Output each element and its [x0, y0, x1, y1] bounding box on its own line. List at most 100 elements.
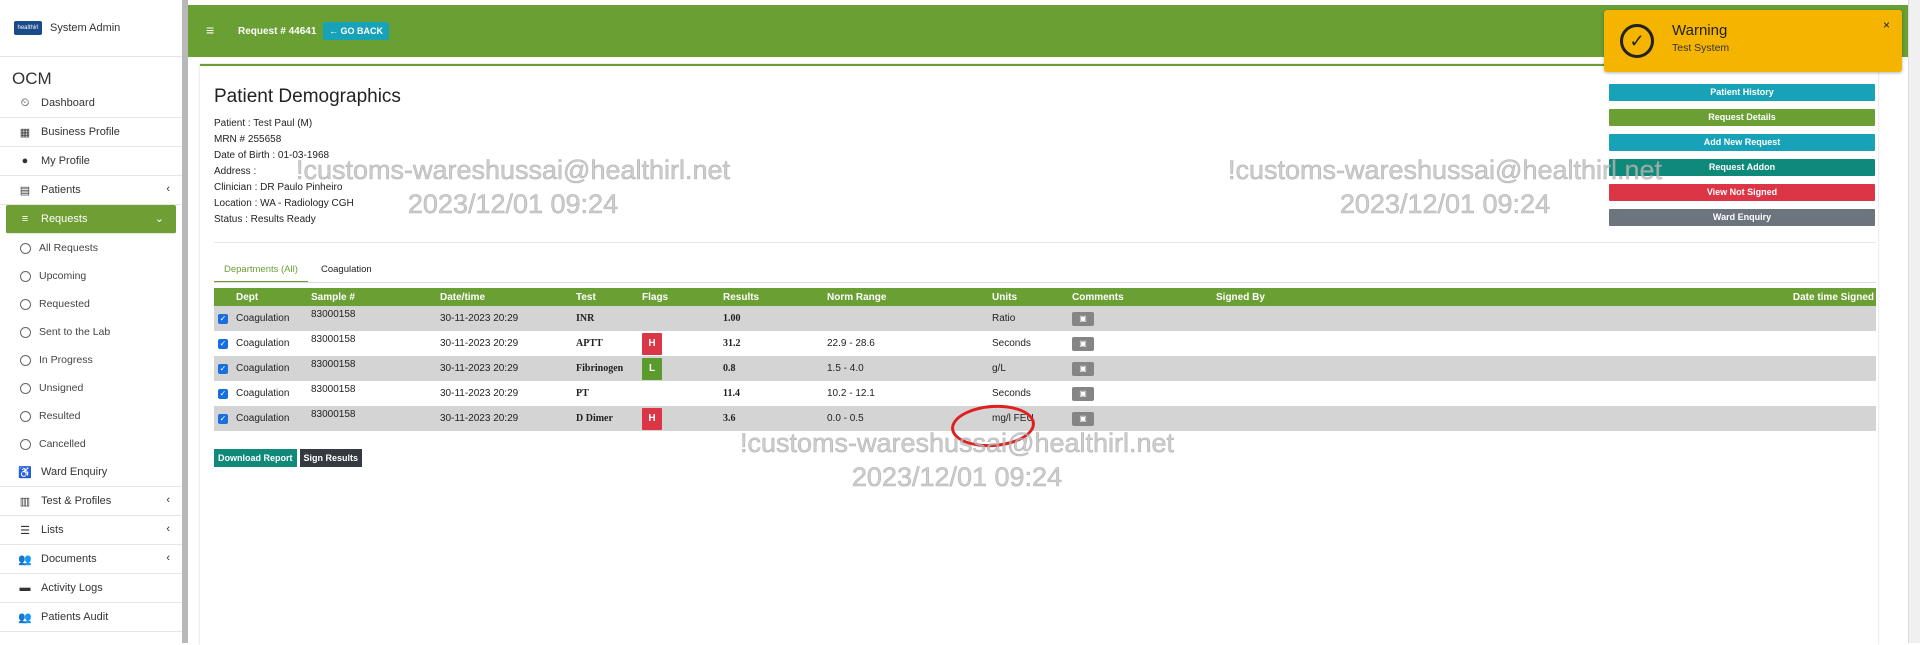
- column-header-date-time: Date/time: [440, 291, 486, 303]
- sidebar-subitem-unsigned[interactable]: Unsigned: [0, 374, 182, 402]
- go-back-button[interactable]: ← GO BACK: [323, 22, 389, 40]
- sidebar-item-test-profiles[interactable]: ▥ Test & Profiles ‹: [0, 487, 182, 516]
- sidebar-subitem-resulted[interactable]: Resulted: [0, 402, 182, 430]
- ward-enquiry-button[interactable]: Ward Enquiry: [1609, 209, 1875, 226]
- sidebar-item-label: Business Profile: [41, 126, 120, 138]
- comment-icon[interactable]: ▣: [1072, 411, 1094, 426]
- row-checkbox[interactable]: ✓: [218, 331, 228, 356]
- request-title: Request # 44641: [238, 26, 317, 37]
- column-header-test: Test: [576, 291, 596, 303]
- patient-name: Patient : Test Paul (M): [214, 118, 313, 129]
- cell-comments[interactable]: ▣: [1072, 381, 1094, 406]
- checkbox-checked-icon[interactable]: ✓: [218, 413, 228, 424]
- sign-results-button[interactable]: Sign Results: [299, 449, 363, 467]
- cell-sample: 83000158: [311, 409, 356, 420]
- sidebar-item-patients[interactable]: ▤ Patients ‹: [0, 176, 182, 205]
- cell-comments[interactable]: ▣: [1072, 356, 1094, 381]
- cell-range: 0.0 - 0.5: [827, 413, 864, 424]
- sidebar-subitem-all-requests[interactable]: All Requests: [0, 234, 182, 262]
- request-details-button[interactable]: Request Details: [1609, 109, 1875, 126]
- column-header-sample: Sample #: [311, 291, 355, 303]
- sidebar-subitem-sent-to-the-lab[interactable]: Sent to the Lab: [0, 318, 182, 346]
- checkbox-checked-icon[interactable]: ✓: [218, 388, 228, 399]
- cell-sample: 83000158: [311, 334, 356, 345]
- page-scrollbar[interactable]: [1908, 0, 1920, 643]
- cell-dept: Coagulation: [236, 363, 290, 374]
- sidebar-subitem-label: Cancelled: [39, 438, 86, 450]
- sidebar-item-activity-logs[interactable]: ▬ Activity Logs: [0, 574, 182, 603]
- sidebar-item-documents[interactable]: 👥 Documents ‹: [0, 545, 182, 574]
- user-name[interactable]: System Admin: [50, 22, 120, 34]
- sidebar-item-lists[interactable]: ☰ Lists ‹: [0, 516, 182, 545]
- circle-icon: [20, 298, 31, 310]
- sidebar-subitem-in-progress[interactable]: In Progress: [0, 346, 182, 374]
- row-checkbox[interactable]: ✓: [218, 306, 228, 331]
- comment-icon[interactable]: ▣: [1072, 361, 1094, 376]
- checkbox-checked-icon[interactable]: ✓: [218, 363, 228, 374]
- comment-icon[interactable]: ▣: [1072, 386, 1094, 401]
- checkbox-checked-icon[interactable]: ✓: [218, 313, 228, 324]
- sidebar-item-dashboard[interactable]: ⏲ Dashboard: [0, 89, 182, 118]
- add-new-request-button[interactable]: Add New Request: [1609, 134, 1875, 151]
- cell-test: INR: [576, 313, 595, 324]
- comment-icon[interactable]: ▣: [1072, 336, 1094, 351]
- sidebar-item-requests[interactable]: ≡ Requests ⌄: [6, 205, 176, 234]
- column-header-signed-by: Signed By: [1216, 291, 1265, 303]
- chevron-down-icon: ⌄: [154, 213, 164, 225]
- sidebar-subitem-cancelled[interactable]: Cancelled: [0, 430, 182, 458]
- cell-range: 22.9 - 28.6: [827, 338, 875, 349]
- sidebar-item-label: Dashboard: [41, 97, 95, 109]
- tab-coagulation[interactable]: Coagulation: [311, 259, 382, 281]
- sidebar-item-patients-audit[interactable]: 👥 Patients Audit: [0, 603, 182, 632]
- sidebar-item-label: Ward Enquiry: [41, 466, 108, 478]
- sidebar-scrollbar[interactable]: [182, 0, 188, 643]
- sidebar-item-ward-enquiry[interactable]: ♿ Ward Enquiry: [0, 458, 182, 487]
- close-icon[interactable]: ×: [1883, 18, 1890, 32]
- patient-location: Location : WA - Radiology CGH: [214, 198, 354, 209]
- sidebar-subitem-label: Sent to the Lab: [39, 326, 111, 338]
- patient-history-button[interactable]: Patient History: [1609, 84, 1875, 101]
- warning-toast[interactable]: ✓ Warning Test System ×: [1604, 10, 1902, 72]
- view-not-signed-button[interactable]: View Not Signed: [1609, 184, 1875, 201]
- results-table: Dept Sample # Date/time Test Flags Results Nor…: [214, 288, 1876, 431]
- table-row: ✓ Coagulation 83000158 30-11-2023 20:29 D Di…: [214, 406, 1876, 431]
- sidebar-subitem-requested[interactable]: Requested: [0, 290, 182, 318]
- sidebar-item-label: My Profile: [41, 155, 90, 167]
- cell-result: 1.00: [723, 313, 741, 324]
- cell-datetime: 30-11-2023 20:29: [440, 413, 519, 424]
- row-checkbox[interactable]: ✓: [218, 356, 228, 381]
- cell-sample: 83000158: [311, 359, 356, 370]
- hamburger-menu-icon[interactable]: ≡: [206, 22, 214, 38]
- sidebar-item-business-profile[interactable]: ▦ Business Profile: [0, 118, 182, 147]
- app-name: OCM: [12, 69, 52, 88]
- page-title: Patient Demographics: [214, 86, 401, 107]
- circle-icon: [20, 242, 31, 254]
- cell-comments[interactable]: ▣: [1072, 406, 1094, 431]
- table-row: ✓ Coagulation 83000158 30-11-2023 20:29 APTT…: [214, 331, 1876, 356]
- cell-datetime: 30-11-2023 20:29: [440, 363, 519, 374]
- comment-icon[interactable]: ▣: [1072, 311, 1094, 326]
- sidebar-subitem-upcoming[interactable]: Upcoming: [0, 262, 182, 290]
- chevron-left-icon: ‹: [166, 494, 170, 506]
- patient-details: Patient : Test Paul (M) MRN # 255658 Dat…: [214, 116, 354, 228]
- sidebar-item-my-profile[interactable]: ● My Profile: [0, 147, 182, 176]
- cell-comments[interactable]: ▣: [1072, 331, 1094, 356]
- cell-comments[interactable]: ▣: [1072, 306, 1094, 331]
- sidebar-subitem-label: Unsigned: [39, 382, 84, 394]
- circle-icon: [20, 438, 31, 450]
- row-checkbox[interactable]: ✓: [218, 381, 228, 406]
- download-report-button[interactable]: Download Report: [214, 449, 297, 467]
- department-tabs: Departments (All) Coagulation: [214, 259, 382, 283]
- ward-enquiry-icon: ♿: [18, 466, 32, 479]
- circle-icon: [20, 354, 31, 366]
- request-addon-button[interactable]: Request Addon: [1609, 159, 1875, 176]
- tab-departments-all[interactable]: Departments (All): [214, 259, 308, 283]
- cell-units: Seconds: [992, 388, 1031, 399]
- test-profiles-icon: ▥: [19, 495, 31, 508]
- cell-units: Ratio: [992, 313, 1016, 324]
- checkbox-checked-icon[interactable]: ✓: [218, 338, 228, 349]
- row-checkbox[interactable]: ✓: [218, 406, 228, 431]
- toast-title: Warning: [1672, 22, 1728, 39]
- divider: [214, 242, 1876, 243]
- cell-units: g/L: [992, 363, 1006, 374]
